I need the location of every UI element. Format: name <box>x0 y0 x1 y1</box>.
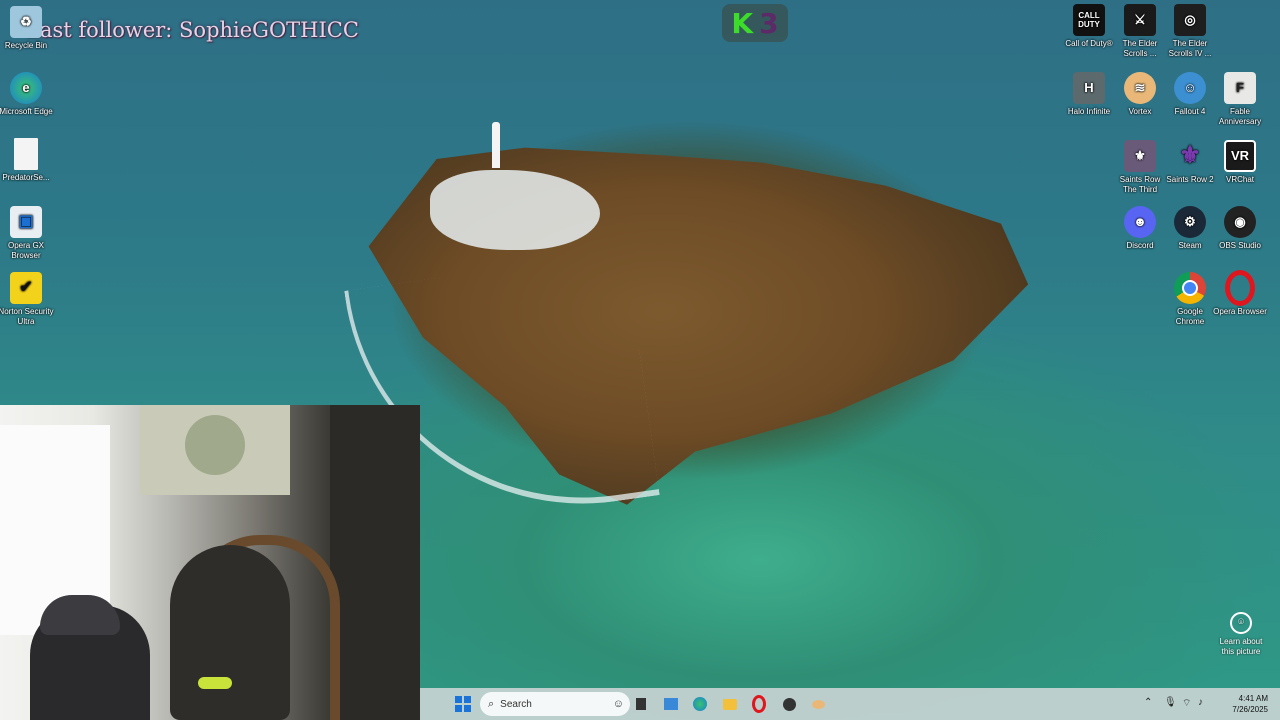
desktop-icon-opera[interactable]: Opera Browser <box>1212 270 1268 317</box>
camera-icon: ⌾ <box>1230 612 1252 634</box>
desktop-icon-saints-row-3[interactable]: ⚜ Saints Row The Third <box>1112 140 1168 195</box>
webcam-doorway <box>330 405 420 720</box>
edge-icon: e <box>10 72 42 104</box>
taskbar-clock[interactable]: 4:41 AM 7/26/2025 <box>1232 693 1268 715</box>
clock-date: 7/26/2025 <box>1232 705 1268 714</box>
system-tray: ⌃ 🎙 ⌔ ♪ 4:41 AM 7/26/2025 <box>1140 688 1280 720</box>
chrome-icon <box>1174 272 1206 304</box>
edge-icon <box>693 697 707 711</box>
obs-icon <box>782 697 796 711</box>
chevron-up-icon[interactable]: ⌃ <box>1144 697 1152 708</box>
recycle-bin-icon: ♻ <box>10 6 42 38</box>
file-icon <box>14 138 38 170</box>
call-of-duty-icon: CALL DUTY <box>1073 4 1105 36</box>
webcam-tapestry-leaf <box>185 415 245 475</box>
steam-icon: ⚙ <box>1174 206 1206 238</box>
desktop-icon-steam[interactable]: ⚙ Steam <box>1162 206 1218 251</box>
opera-icon <box>1224 270 1256 306</box>
last-follower-overlay: Last follower: SophieGOTHICC <box>26 18 359 42</box>
elder-scrolls-icon: ⚔ <box>1124 4 1156 36</box>
desktop-icon-saints-row-2[interactable]: ⚜ Saints Row 2 <box>1162 140 1218 185</box>
search-placeholder: Search <box>500 698 532 710</box>
badge-letter: K <box>731 6 754 40</box>
taskbar-search[interactable]: ⌕ Search ☺ <box>480 692 630 716</box>
volume-icon[interactable]: ♪ <box>1198 697 1203 708</box>
folder-icon <box>723 698 737 710</box>
windows-icon <box>455 696 471 712</box>
vrchat-icon: VR <box>1224 140 1256 172</box>
desktop-icon-opera-gx[interactable]: ▣ Opera GX Browser <box>0 206 54 261</box>
desktop-icon-fable[interactable]: F Fable Anniversary <box>1212 72 1268 127</box>
discord-icon: ☻ <box>1124 206 1156 238</box>
search-highlight-icon: ☺ <box>612 698 624 710</box>
desktop-icon-vrchat[interactable]: VR VRChat <box>1212 140 1268 185</box>
desktop-icon-discord[interactable]: ☻ Discord <box>1112 206 1168 251</box>
desktop-icon-norton[interactable]: ✔ Norton Security Ultra <box>0 272 54 327</box>
desktop-icon-halo[interactable]: H Halo Infinite <box>1061 72 1117 117</box>
desktop-icon-predator-file[interactable]: PredatorSe... <box>0 138 54 183</box>
oblivion-icon: ◎ <box>1174 4 1206 36</box>
taskbar-app-widgets[interactable] <box>659 692 683 716</box>
microphone-icon[interactable]: 🎙 <box>1164 697 1177 708</box>
wallpaper-lighthouse <box>492 122 500 168</box>
opera-icon <box>752 695 766 713</box>
desktop-icon-vortex[interactable]: ≋ Vortex <box>1112 72 1168 117</box>
vortex-icon: ≋ <box>1124 72 1156 104</box>
taskbar: ⌕ Search ☺ ⌃ 🎙 ⌔ ♪ 4:41 AM 7/26/2025 <box>420 688 1280 720</box>
taskbar-app-edge[interactable] <box>688 692 712 716</box>
desktop-icon-obs[interactable]: ◉ OBS Studio <box>1212 206 1268 251</box>
wifi-icon[interactable]: ⌔ <box>1182 697 1191 710</box>
clock-time: 4:41 AM <box>1238 694 1268 703</box>
vortex-icon <box>811 699 825 709</box>
norton-icon: ✔ <box>10 272 42 304</box>
webcam-feed <box>0 405 420 720</box>
task-view-button[interactable] <box>629 692 653 716</box>
desktop-icon-call-of-duty[interactable]: CALL DUTY Call of Duty® <box>1061 4 1117 49</box>
webcam-yellow-object <box>198 677 232 689</box>
taskbar-app-obs[interactable] <box>777 692 801 716</box>
desktop-icon-elder-scrolls[interactable]: ⚔ The Elder Scrolls ... <box>1112 4 1168 59</box>
search-icon: ⌕ <box>488 697 495 710</box>
desktop-icon-oblivion[interactable]: ◎ The Elder Scrolls IV ... <box>1162 4 1218 59</box>
webcam-person-right <box>170 545 290 720</box>
saints-row-3-icon: ⚜ <box>1124 140 1156 172</box>
obs-icon: ◉ <box>1224 206 1256 238</box>
desktop-icon-edge[interactable]: e Microsoft Edge <box>0 72 54 117</box>
taskbar-app-vortex[interactable] <box>806 692 830 716</box>
stream-badge: K 3 <box>722 4 788 42</box>
taskbar-app-opera[interactable] <box>747 692 771 716</box>
fable-icon: F <box>1224 72 1256 104</box>
widgets-icon <box>664 698 678 710</box>
start-button[interactable] <box>451 692 475 716</box>
halo-icon: H <box>1073 72 1105 104</box>
desktop-icon-fallout[interactable]: ☺ Fallout 4 <box>1162 72 1218 117</box>
desktop-icon-recycle-bin[interactable]: ♻ Recycle Bin <box>0 6 54 51</box>
fallout-icon: ☺ <box>1174 72 1206 104</box>
badge-number: 3 <box>759 6 779 40</box>
learn-about-picture[interactable]: ⌾ Learn about this picture <box>1216 612 1266 657</box>
task-view-icon <box>636 698 646 710</box>
saints-row-2-icon: ⚜ <box>1179 142 1201 169</box>
opera-gx-icon: ▣ <box>10 206 42 238</box>
desktop-icon-chrome[interactable]: Google Chrome <box>1162 272 1218 327</box>
taskbar-app-file-explorer[interactable] <box>718 692 742 716</box>
